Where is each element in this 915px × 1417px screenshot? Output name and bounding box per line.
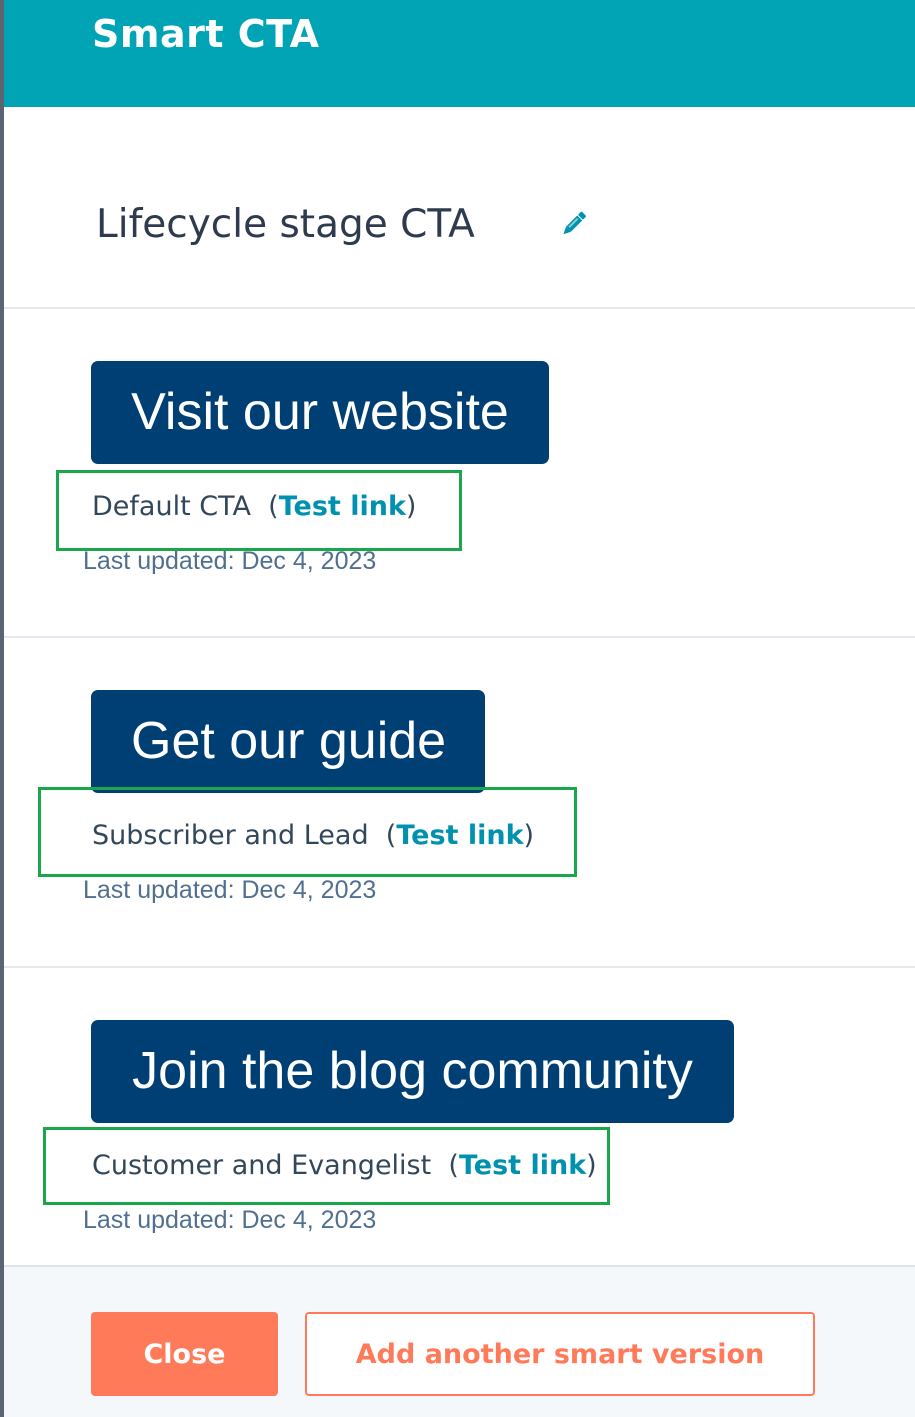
version-rule: Customer and Evangelist (Test link) <box>92 1150 597 1181</box>
smart-version-customer-evangelist: Join the blog community Customer and Eva… <box>4 968 915 1264</box>
test-link[interactable]: Test link <box>396 820 523 851</box>
last-updated: Last updated: Dec 4, 2023 <box>83 876 377 904</box>
last-updated: Last updated: Dec 4, 2023 <box>83 547 377 575</box>
pencil-icon[interactable] <box>556 207 590 241</box>
version-rule: Subscriber and Lead (Test link) <box>92 820 535 851</box>
smart-version-subscriber-lead: Get our guide Subscriber and Lead (Test … <box>4 638 915 968</box>
cta-name-row: Lifecycle stage CTA <box>4 107 915 309</box>
rule-label: Customer and Evangelist <box>92 1150 432 1181</box>
smart-version-default: Visit our website Default CTA (Test link… <box>4 309 915 638</box>
rule-label: Subscriber and Lead <box>92 820 369 851</box>
test-link[interactable]: Test link <box>459 1150 586 1181</box>
version-rule: Default CTA (Test link) <box>92 491 417 522</box>
last-updated: Last updated: Dec 4, 2023 <box>83 1206 377 1234</box>
panel-title: Smart CTA <box>92 12 320 56</box>
panel-header: Smart CTA <box>4 0 915 107</box>
test-link[interactable]: Test link <box>279 491 406 522</box>
cta-button-join-blog[interactable]: Join the blog community <box>91 1020 734 1123</box>
rule-label: Default CTA <box>92 491 251 522</box>
panel-footer: Close Add another smart version <box>4 1265 915 1417</box>
add-smart-version-button[interactable]: Add another smart version <box>305 1312 815 1396</box>
close-button[interactable]: Close <box>91 1312 278 1396</box>
cta-button-get-guide[interactable]: Get our guide <box>91 690 485 793</box>
cta-button-visit-website[interactable]: Visit our website <box>91 361 549 464</box>
cta-name: Lifecycle stage CTA <box>96 202 475 247</box>
